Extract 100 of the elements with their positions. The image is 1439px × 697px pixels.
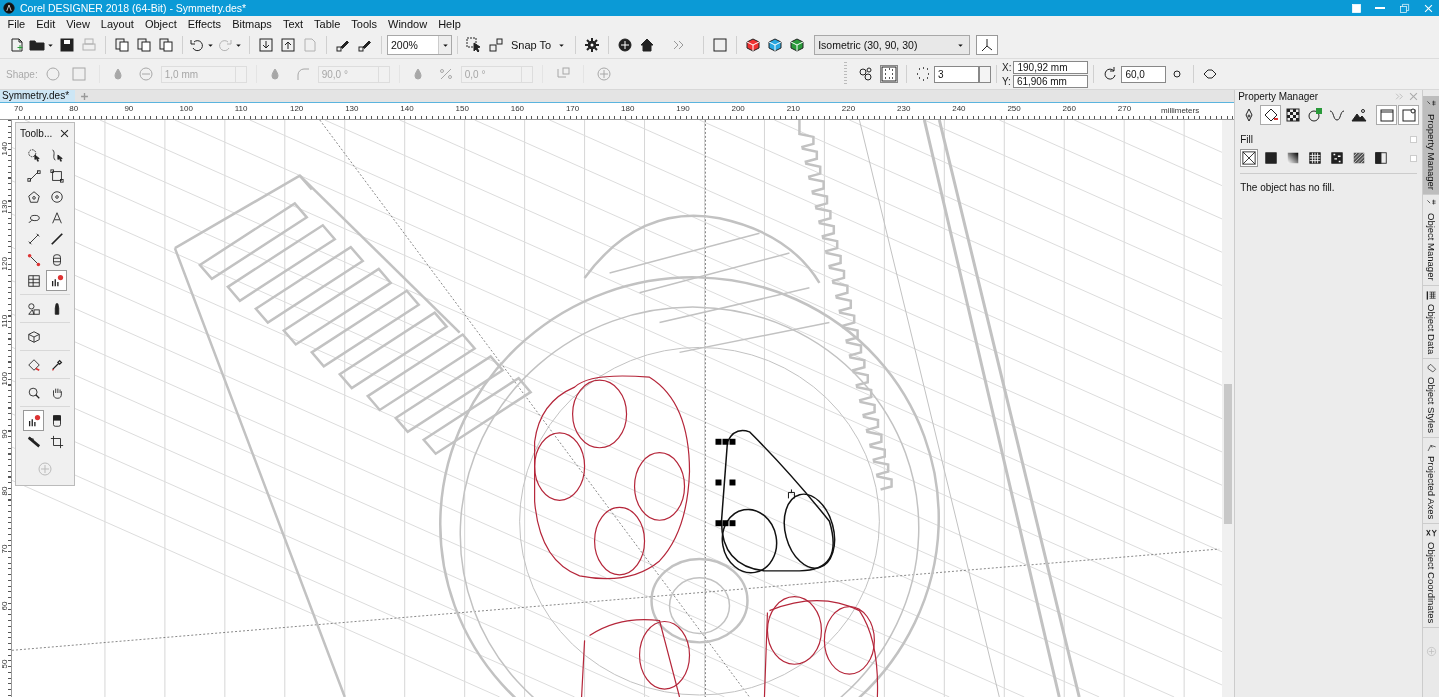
docker-tab[interactable]: Object Manager — [1423, 195, 1439, 286]
menu-item[interactable]: View — [60, 18, 96, 30]
docker-tab[interactable]: Object Data — [1423, 285, 1439, 359]
wave-icon — [1328, 107, 1345, 123]
frame-button[interactable] — [1376, 105, 1397, 125]
document-tab[interactable]: Symmetry.des* — [0, 90, 76, 102]
toolbox-title: Toolb... — [20, 127, 53, 139]
ruler-label: 220 — [841, 103, 857, 113]
page-icon — [114, 37, 130, 53]
scrollbar-thumb[interactable] — [1224, 384, 1233, 524]
cube-icon — [26, 329, 41, 344]
fill-label: Fill — [1240, 134, 1253, 145]
close-icon[interactable] — [59, 127, 70, 139]
drawing-canvas[interactable]: Toolb... — [12, 120, 1223, 697]
grid-icon — [1425, 289, 1437, 301]
y-label: Y: — [1002, 75, 1011, 87]
folder-icon — [29, 37, 45, 53]
menu-item[interactable]: Edit — [30, 18, 61, 30]
docker-tab[interactable]: Object Coordinates — [1423, 524, 1439, 629]
snap-to-dropdown[interactable]: Snap To — [507, 34, 571, 56]
line-icon — [26, 168, 41, 183]
shapes-icon — [26, 301, 41, 316]
ruler-label: 150 — [455, 103, 470, 113]
ruler-label: 130 — [0, 199, 10, 215]
menu-item[interactable]: Help — [432, 18, 467, 30]
ellipse-icon — [49, 189, 64, 204]
ruler-label: 180 — [621, 103, 636, 113]
close-icon — [1422, 2, 1434, 14]
ruler-label: 100 — [0, 372, 10, 388]
cube-icon — [767, 37, 784, 53]
restore-icon — [1398, 2, 1410, 14]
docker-tab[interactable]: Property Manager — [1423, 96, 1439, 196]
menu-item[interactable]: Layout — [95, 18, 140, 30]
gradient-icon — [1286, 151, 1301, 165]
dots-square-icon[interactable] — [880, 65, 898, 83]
dots-ring-icon — [915, 66, 931, 82]
menu-item[interactable]: Tools — [345, 18, 383, 30]
solid-square-icon — [1264, 151, 1279, 165]
property-tab[interactable] — [1260, 105, 1282, 125]
ruler-label: 50 — [0, 659, 10, 671]
export-icon — [280, 37, 296, 53]
projection-dropdown[interactable]: Isometric (30, 90, 30) — [814, 35, 971, 55]
tag-icon — [1425, 362, 1437, 374]
eyedropper-icon — [49, 357, 64, 372]
dimension-icon — [26, 231, 41, 246]
pages-icon — [136, 37, 152, 53]
chart-icon — [49, 273, 64, 288]
frame-button[interactable] — [1398, 105, 1419, 125]
spin-buttons[interactable] — [979, 65, 991, 83]
text-icon — [49, 210, 64, 225]
checkerboard-icon — [1284, 107, 1301, 123]
logo-icon — [3, 2, 15, 14]
redo-icon — [217, 37, 233, 53]
selected-shape-drawing[interactable] — [720, 429, 836, 574]
shape-label: Shape: — [6, 68, 38, 80]
pointer-icon — [466, 37, 482, 53]
ruler-unit: millimeters — [1160, 105, 1200, 115]
freehand-pick-icon — [26, 147, 41, 162]
ruler-label: 90 — [124, 103, 135, 113]
docker-tab[interactable]: Projected Axes — [1423, 437, 1439, 525]
menu-item[interactable]: Object — [139, 18, 183, 30]
ruler-label: 70 — [0, 544, 10, 556]
diamond-icon[interactable] — [1202, 66, 1219, 82]
table-icon — [26, 273, 41, 288]
menu-item[interactable]: Effects — [182, 18, 227, 30]
option-checkbox[interactable] — [1410, 154, 1417, 162]
printer-icon — [81, 37, 97, 53]
minimize-icon — [1375, 7, 1385, 9]
menu-item[interactable]: Text — [277, 18, 309, 30]
tool-button[interactable] — [46, 270, 67, 291]
knife-icon — [26, 434, 41, 449]
linked-circles-icon[interactable] — [858, 66, 874, 82]
menu-item[interactable]: File — [2, 18, 31, 30]
cube-icon — [789, 37, 806, 53]
menu-item[interactable]: Table — [308, 18, 346, 30]
ruler-label: 170 — [565, 103, 581, 113]
option-checkbox[interactable] — [1410, 136, 1417, 143]
docker-tab[interactable]: Object Styles — [1423, 358, 1439, 438]
ruler-label: 240 — [952, 103, 967, 113]
fill-type-button[interactable] — [1240, 149, 1259, 167]
paint-bucket-icon — [26, 357, 41, 372]
axes-button[interactable] — [976, 35, 999, 55]
ruler-label: 110 — [234, 103, 249, 113]
menu-item[interactable]: Bitmaps — [226, 18, 278, 30]
squares-icon — [488, 37, 504, 53]
ruler-label: 230 — [897, 103, 912, 113]
home-icon — [639, 37, 656, 53]
frame-icon — [1378, 107, 1395, 123]
import-icon — [258, 37, 274, 53]
tool-button[interactable] — [23, 410, 44, 431]
curve-arrow-icon — [49, 147, 64, 162]
ruler-label: 90 — [0, 429, 10, 441]
picture-icon — [1350, 107, 1367, 123]
circle-plus-icon — [1306, 107, 1323, 123]
menu-item[interactable]: Window — [382, 18, 433, 30]
settings-icon — [584, 37, 601, 53]
ruler-label: 160 — [510, 103, 526, 113]
zoom-dropdown[interactable]: 200% — [387, 35, 452, 55]
chart-icon — [26, 413, 41, 428]
selection-handles[interactable] — [715, 438, 736, 527]
